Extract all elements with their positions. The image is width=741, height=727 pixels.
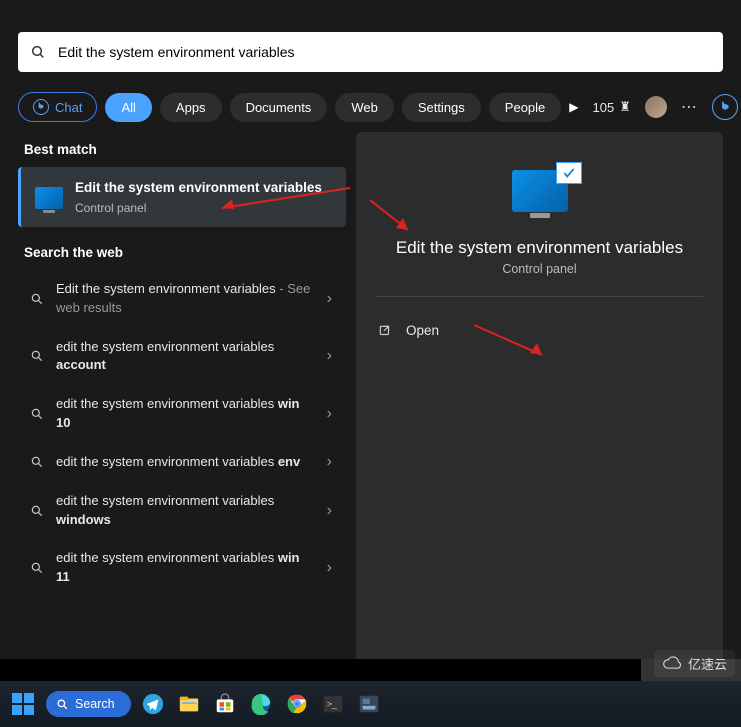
verified-badge-icon: [556, 162, 582, 184]
search-icon: [30, 561, 44, 575]
best-match-subtitle: Control panel: [75, 201, 322, 215]
points-value: 105: [593, 100, 615, 115]
taskbar-app-icon[interactable]: [355, 690, 383, 718]
web-result-item[interactable]: edit the system environment variables wi…: [18, 385, 346, 443]
filter-row: Chat All Apps Documents Web Settings Peo…: [0, 82, 741, 132]
taskbar: Search >_: [0, 681, 741, 727]
divider: [376, 296, 703, 297]
search-box[interactable]: Edit the system environment variables: [18, 32, 723, 72]
web-result-item[interactable]: edit the system environment variables wi…: [18, 482, 346, 540]
chevron-right-icon: ›: [327, 559, 338, 577]
web-result-text: edit the system environment variables en…: [56, 453, 315, 472]
web-result-item[interactable]: edit the system environment variables ac…: [18, 328, 346, 386]
preview-subtitle: Control panel: [376, 262, 703, 276]
web-result-item[interactable]: Edit the system environment variables - …: [18, 270, 346, 328]
preview-app-icon: [512, 170, 568, 212]
web-result-text: Edit the system environment variables - …: [56, 280, 315, 318]
chat-button[interactable]: Chat: [18, 92, 97, 122]
search-icon: [30, 349, 44, 363]
taskbar-search-label: Search: [75, 697, 115, 711]
watermark: 亿速云: [654, 650, 735, 677]
taskbar-telegram-icon[interactable]: [139, 690, 167, 718]
web-search-heading: Search the web: [24, 245, 346, 260]
search-icon: [30, 504, 44, 518]
chevron-right-icon: ›: [327, 453, 338, 471]
web-result-text: edit the system environment variables wi…: [56, 492, 315, 530]
open-external-icon: [378, 324, 392, 338]
chevron-right-icon: ›: [327, 405, 338, 423]
watermark-text: 亿速云: [688, 654, 727, 673]
svg-text:>_: >_: [326, 699, 337, 709]
cloud-icon: [662, 656, 684, 672]
taskbar-terminal-icon[interactable]: >_: [319, 690, 347, 718]
tab-all[interactable]: All: [105, 93, 151, 122]
chevron-right-icon: ›: [327, 347, 338, 365]
open-label: Open: [406, 323, 439, 338]
bing-chat-icon: [33, 99, 49, 115]
taskbar-edge-icon[interactable]: [247, 690, 275, 718]
open-action[interactable]: Open: [376, 317, 703, 344]
search-icon: [30, 455, 44, 469]
chevron-right-icon: ›: [327, 290, 338, 308]
web-result-item[interactable]: edit the system environment variables en…: [18, 443, 346, 482]
web-result-text: edit the system environment variables wi…: [56, 549, 315, 587]
search-icon: [30, 292, 44, 306]
search-icon: [30, 44, 46, 60]
tab-settings[interactable]: Settings: [402, 93, 481, 122]
best-match-result[interactable]: Edit the system environment variables Co…: [18, 167, 346, 227]
best-match-title: Edit the system environment variables: [75, 179, 322, 198]
web-result-text: edit the system environment variables wi…: [56, 395, 315, 433]
bottom-strip: [0, 659, 641, 681]
bing-icon[interactable]: [712, 94, 738, 120]
taskbar-chrome-icon[interactable]: [283, 690, 311, 718]
tab-apps[interactable]: Apps: [160, 93, 222, 122]
taskbar-explorer-icon[interactable]: [175, 690, 203, 718]
web-result-item[interactable]: edit the system environment variables wi…: [18, 539, 346, 597]
control-panel-icon: [35, 187, 63, 209]
chat-label: Chat: [55, 100, 82, 115]
preview-title: Edit the system environment variables: [376, 238, 703, 258]
chevron-right-icon: ›: [327, 502, 338, 520]
tab-web[interactable]: Web: [335, 93, 394, 122]
search-query-text: Edit the system environment variables: [58, 44, 295, 60]
taskbar-store-icon[interactable]: [211, 690, 239, 718]
rewards-points[interactable]: 105 ♜: [593, 99, 631, 115]
more-icon[interactable]: ⋯: [681, 97, 698, 117]
web-result-text: edit the system environment variables ac…: [56, 338, 315, 376]
taskbar-search-button[interactable]: Search: [46, 691, 131, 717]
best-match-heading: Best match: [24, 142, 346, 157]
web-results-list: Edit the system environment variables - …: [18, 270, 346, 597]
user-avatar[interactable]: [645, 96, 667, 118]
tab-people[interactable]: People: [489, 93, 561, 122]
start-button[interactable]: [8, 689, 38, 719]
trophy-icon: ♜: [619, 99, 631, 115]
search-icon: [56, 698, 69, 711]
results-column: Best match Edit the system environment v…: [18, 132, 346, 663]
tab-documents[interactable]: Documents: [230, 93, 328, 122]
preview-panel: Edit the system environment variables Co…: [356, 132, 723, 663]
search-icon: [30, 407, 44, 421]
play-icon[interactable]: ▶: [569, 100, 578, 114]
